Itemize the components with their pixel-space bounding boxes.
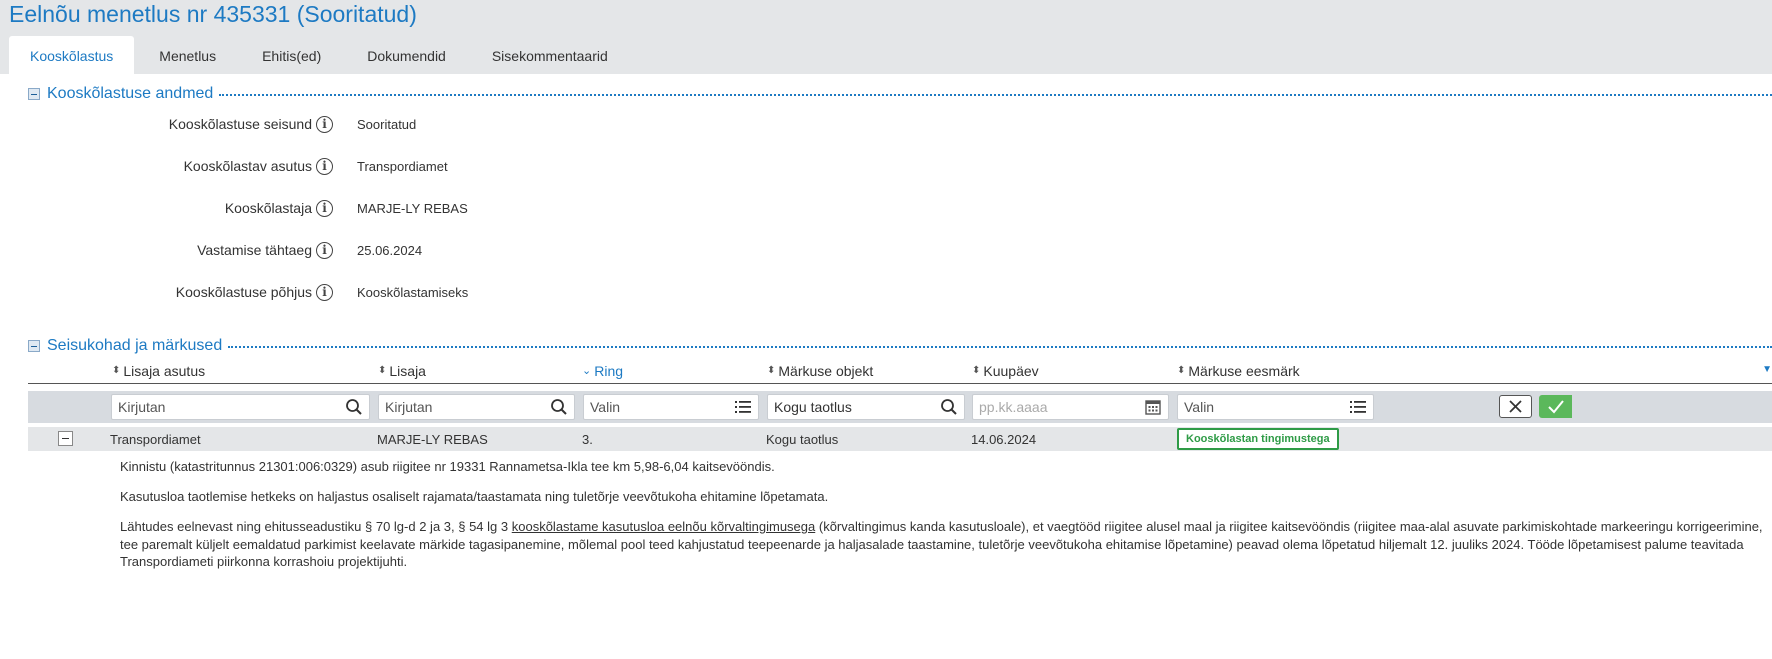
field-value: MARJE-LY REBAS [357, 201, 468, 216]
info-icon[interactable]: i [316, 116, 333, 133]
institution-filter-input[interactable] [112, 395, 369, 419]
date-filter [972, 394, 1169, 420]
info-icon[interactable]: i [316, 242, 333, 259]
cell-object: Kogu taotlus [766, 432, 839, 447]
tab-bar: Kooskõlastus Menetlus Ehitis(ed) Dokumen… [9, 36, 631, 74]
info-icon[interactable]: i [316, 158, 333, 175]
field-label: Kooskõlastuse põhjus [175, 284, 312, 300]
filter-row [28, 391, 1772, 423]
tab-dokumendid[interactable]: Dokumendid [344, 36, 469, 74]
field-value: Kooskõlastamiseks [357, 285, 469, 300]
round-filter [583, 394, 759, 420]
field-value: Transpordiamet [357, 159, 448, 174]
column-header-author[interactable]: ⬍ Lisaja [378, 363, 426, 379]
close-icon [1509, 400, 1522, 413]
list-icon[interactable] [1349, 398, 1367, 416]
field-approver: Kooskõlastaja i MARJE-LY REBAS [0, 200, 900, 222]
grid-header: ⬍ Lisaja asutus ⬍ Lisaja ⌄ Ring ⬍ Märkuse ob… [28, 362, 1772, 384]
tab-kooskolastus[interactable]: Kooskõlastus [9, 36, 135, 74]
field-label: Vastamise tähtaeg [197, 242, 312, 258]
tab-ehitised[interactable]: Ehitis(ed) [239, 36, 344, 74]
author-filter-input[interactable] [379, 395, 574, 419]
positions-section-title: Seisukohad ja märkused [47, 337, 223, 354]
column-header-object[interactable]: ⬍ Märkuse objekt [767, 363, 873, 379]
comment-text: Lähtudes eelnevast ning ehitusseadustiku… [120, 519, 512, 534]
comment-paragraph-1: Kinnistu (katastritunnus 21301:006:0329)… [120, 459, 775, 474]
tab-sisekommentaarid[interactable]: Sisekommentaarid [469, 36, 631, 74]
sort-icon: ⬍ [972, 365, 981, 376]
status-badge: Kooskõlastan tingimustega [1177, 428, 1339, 450]
cell-author: MARJE-LY REBAS [377, 432, 488, 447]
round-filter-select[interactable] [584, 395, 758, 419]
object-filter-input[interactable] [768, 395, 964, 419]
column-menu-icon[interactable]: ▼ [1762, 364, 1772, 375]
field-value: Sooritatud [357, 117, 417, 132]
institution-filter [111, 394, 370, 420]
column-label: Kuupäev [983, 363, 1039, 379]
table-row[interactable]: Transpordiamet MARJE-LY REBAS 3. Kogu ta… [28, 427, 1772, 451]
sort-icon: ⬍ [1177, 365, 1186, 376]
section-divider [219, 94, 1772, 96]
calendar-icon[interactable] [1144, 398, 1162, 416]
purpose-filter [1177, 394, 1374, 420]
search-icon[interactable] [550, 398, 568, 416]
column-label: Märkuse eesmärk [1188, 363, 1300, 379]
column-label: Lisaja [389, 363, 426, 379]
apply-filters-button[interactable] [1539, 395, 1572, 418]
tab-menetlus[interactable]: Menetlus [134, 36, 239, 74]
search-icon[interactable] [345, 398, 363, 416]
collapse-row-button[interactable] [58, 431, 73, 446]
field-approving-institution: Kooskõlastav asutus i Transpordiamet [0, 158, 900, 180]
sort-icon: ⬍ [767, 365, 776, 376]
sort-icon: ⬍ [112, 365, 121, 376]
field-label: Kooskõlastav asutus [183, 158, 312, 174]
info-icon[interactable]: i [316, 200, 333, 217]
collapse-positions-button[interactable] [28, 340, 40, 352]
field-value: 25.06.2024 [357, 243, 423, 258]
column-header-round[interactable]: ⌄ Ring [582, 363, 623, 379]
approval-section-header: Kooskõlastuse andmed [28, 85, 1772, 103]
column-label: Ring [594, 363, 624, 379]
field-label: Kooskõlastuse seisund [168, 116, 312, 132]
date-filter-input[interactable] [973, 395, 1168, 419]
search-icon[interactable] [940, 398, 958, 416]
cell-date: 14.06.2024 [971, 432, 1037, 447]
check-icon [1548, 400, 1564, 414]
comment-paragraph-3: Lähtudes eelnevast ning ehitusseadustiku… [120, 518, 1770, 571]
sort-icon: ⬍ [378, 365, 387, 376]
section-divider [228, 346, 1772, 348]
positions-section-header: Seisukohad ja märkused [28, 337, 1772, 355]
page-title: Eelnõu menetlus nr 435331 (Sooritatud) [9, 1, 417, 27]
field-response-deadline: Vastamise tähtaeg i 25.06.2024 [0, 242, 900, 264]
author-filter [378, 394, 575, 420]
column-header-date[interactable]: ⬍ Kuupäev [972, 363, 1039, 379]
field-approval-reason: Kooskõlastuse põhjus i Kooskõlastamiseks [0, 284, 900, 306]
clear-filters-button[interactable] [1499, 395, 1532, 418]
column-header-purpose[interactable]: ⬍ Märkuse eesmärk [1177, 363, 1300, 379]
sort-descending-icon: ⌄ [582, 364, 592, 377]
column-header-institution[interactable]: ⬍ Lisaja asutus [112, 363, 205, 379]
column-label: Märkuse objekt [778, 363, 874, 379]
purpose-filter-select[interactable] [1178, 395, 1373, 419]
field-label: Kooskõlastaja [224, 200, 312, 216]
header-bar: Eelnõu menetlus nr 435331 (Sooritatud) K… [0, 0, 1772, 74]
comment-paragraph-2: Kasutusloa taotlemise hetkeks on haljast… [120, 489, 829, 504]
field-approval-status: Kooskõlastuse seisund i Sooritatud [0, 116, 900, 138]
cell-round: 3. [582, 432, 593, 447]
collapse-approval-button[interactable] [28, 88, 40, 100]
object-filter [767, 394, 965, 420]
list-icon[interactable] [734, 398, 752, 416]
approval-section-title: Kooskõlastuse andmed [47, 85, 214, 102]
cell-institution: Transpordiamet [110, 432, 201, 447]
info-icon[interactable]: i [316, 284, 333, 301]
comment-emphasis: kooskõlastame kasutusloa eelnõu kõrvalti… [511, 519, 816, 534]
column-label: Lisaja asutus [123, 363, 206, 379]
